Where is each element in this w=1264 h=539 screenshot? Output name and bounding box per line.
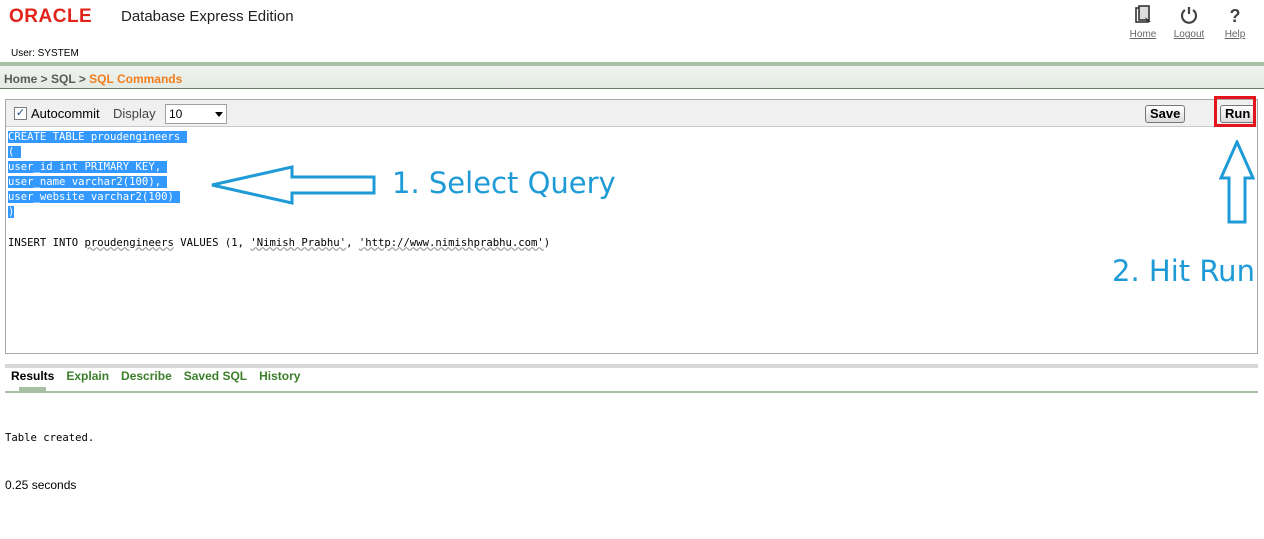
tabs-underline	[5, 391, 1258, 393]
breadcrumb-separator: >	[75, 72, 90, 86]
breadcrumb-bar: Home > SQL > SQL Commands	[0, 62, 1264, 89]
power-icon	[1178, 4, 1200, 26]
selected-query-line: CREATE TABLE proudengineers	[8, 131, 187, 143]
home-link[interactable]: Home	[1126, 4, 1160, 40]
selected-query-line: (	[8, 146, 21, 159]
breadcrumb-current: SQL Commands	[89, 72, 183, 86]
save-button[interactable]: Save	[1145, 105, 1186, 123]
selected-query-line: user_name varchar2(100),	[8, 176, 168, 189]
tab-explain[interactable]: Explain	[66, 369, 109, 383]
svg-text:?: ?	[1230, 6, 1241, 25]
run-highlight-box	[1214, 96, 1256, 127]
selected-query-line: user_website varchar2(100)	[8, 191, 181, 204]
user-label: User: SYSTEM	[11, 48, 79, 59]
tab-describe[interactable]: Describe	[121, 369, 172, 383]
logout-link-label: Logout	[1173, 29, 1205, 40]
display-select[interactable]: 10	[165, 104, 227, 124]
left-arrow-annotation	[211, 165, 376, 205]
logout-link[interactable]: Logout	[1172, 4, 1206, 40]
selected-query-line: user_id int PRIMARY KEY,	[8, 161, 168, 174]
breadcrumb-home[interactable]: Home	[4, 72, 37, 86]
command-toolbar: ✓ Autocommit Display 10 Save Run	[6, 96, 1257, 127]
oracle-logo: ORACLE	[9, 6, 93, 27]
breadcrumb-sql[interactable]: SQL	[51, 72, 75, 86]
tab-results[interactable]: Results	[11, 369, 54, 383]
question-icon: ?	[1224, 4, 1246, 26]
step1-annotation: 1. Select Query	[392, 166, 616, 200]
chevron-down-icon	[215, 112, 223, 117]
autocommit-label: Autocommit	[31, 106, 100, 121]
help-link[interactable]: ? Help	[1218, 4, 1252, 40]
breadcrumb-separator: >	[37, 72, 52, 86]
elapsed-time: 0.25 seconds	[5, 478, 77, 492]
home-icon	[1132, 4, 1154, 26]
step2-annotation: 2. Hit Run	[1112, 254, 1255, 288]
display-select-value: 10	[169, 107, 183, 121]
home-link-label: Home	[1129, 29, 1157, 40]
breadcrumb: Home > SQL > SQL Commands	[4, 72, 182, 86]
product-title: Database Express Edition	[121, 8, 294, 25]
insert-statement: INSERT INTO proudengineers VALUES (1, 'N…	[8, 236, 551, 249]
sql-command-panel: ✓ Autocommit Display 10 Save Run CREATE …	[5, 96, 1258, 354]
selected-query-line: )	[8, 206, 15, 219]
up-arrow-annotation	[1219, 140, 1255, 224]
tabs-divider	[5, 364, 1258, 368]
autocommit-checkbox[interactable]: ✓	[14, 107, 27, 120]
result-tabs: Results Explain Describe Saved SQL Histo…	[11, 369, 300, 383]
top-links: Home Logout ? Help	[1126, 4, 1252, 40]
tab-history[interactable]: History	[259, 369, 300, 383]
tab-saved-sql[interactable]: Saved SQL	[184, 369, 247, 383]
help-link-label: Help	[1224, 29, 1246, 40]
result-message: Table created.	[5, 432, 95, 444]
display-label: Display	[113, 106, 156, 121]
